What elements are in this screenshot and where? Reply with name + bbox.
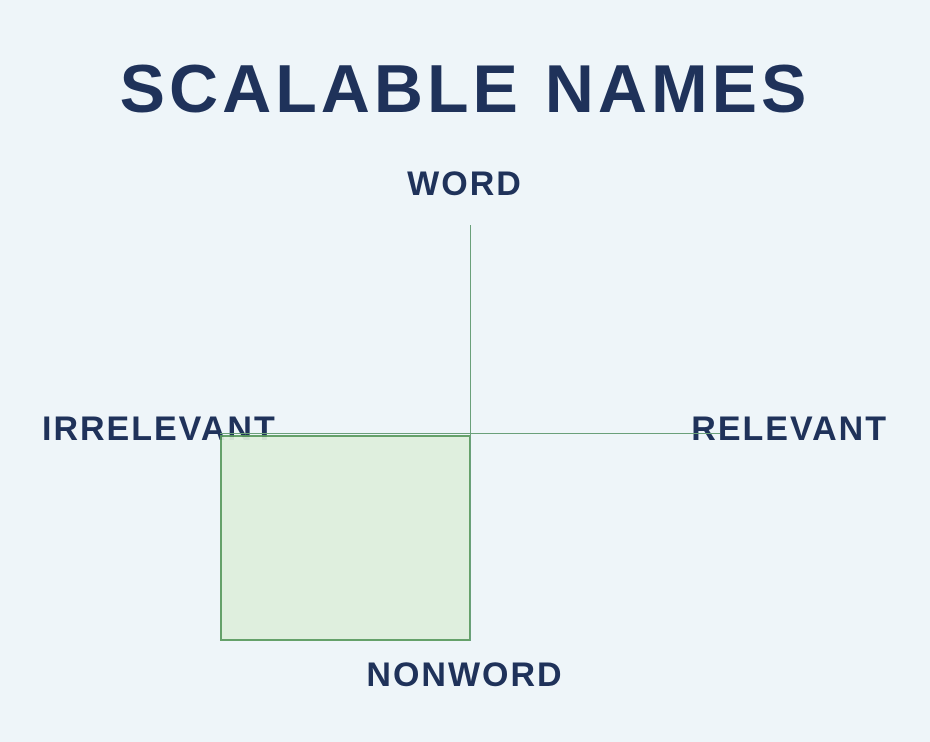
axis-label-bottom: NONWORD	[0, 656, 930, 695]
quadrant-chart	[220, 225, 720, 641]
horizontal-axis	[220, 433, 720, 434]
axis-label-right: RELEVANT	[691, 410, 888, 449]
axis-label-top: WORD	[0, 165, 930, 204]
page-title: SCALABLE NAMES	[0, 50, 930, 128]
highlighted-quadrant	[220, 435, 471, 641]
